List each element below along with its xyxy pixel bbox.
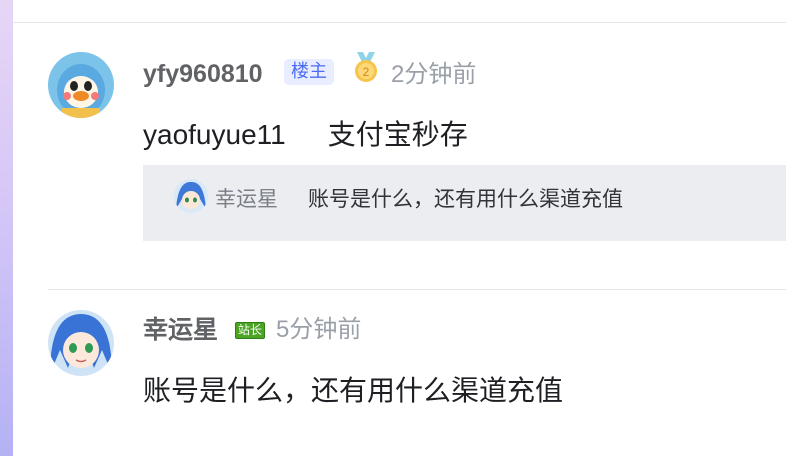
avatar-penguin[interactable] [48, 52, 114, 118]
comment-text: 支付宝秒存 [327, 119, 468, 150]
medal-level-2-icon: 2 [352, 52, 380, 84]
owner-badge: 楼主 [284, 59, 334, 85]
reply-avatar[interactable] [174, 179, 208, 213]
left-gradient-strip [0, 0, 13, 456]
comment-timestamp: 2分钟前 [391, 61, 477, 88]
comment-divider [48, 289, 786, 290]
avatar-anime-girl[interactable] [48, 310, 114, 376]
comment-timestamp: 5分钟前 [276, 316, 362, 343]
quoted-reply[interactable]: 幸运星 账号是什么，还有用什么渠道充值 [143, 165, 786, 241]
top-divider [13, 22, 786, 23]
reply-text: 账号是什么，还有用什么渠道充值 [308, 188, 623, 211]
admin-badge: 站长 [235, 322, 266, 340]
reply-username[interactable]: 幸运星 [215, 189, 278, 210]
mention-user[interactable]: yaofuyue11 [143, 119, 286, 150]
comment-username[interactable]: yfy960810 [143, 62, 263, 87]
comment-body: yaofuyue11 支付宝秒存 [143, 121, 468, 149]
level-number: 2 [363, 65, 370, 79]
comment-username[interactable]: 幸运星 [143, 318, 218, 343]
comment-body: 账号是什么，还有用什么渠道充值 [143, 375, 564, 406]
